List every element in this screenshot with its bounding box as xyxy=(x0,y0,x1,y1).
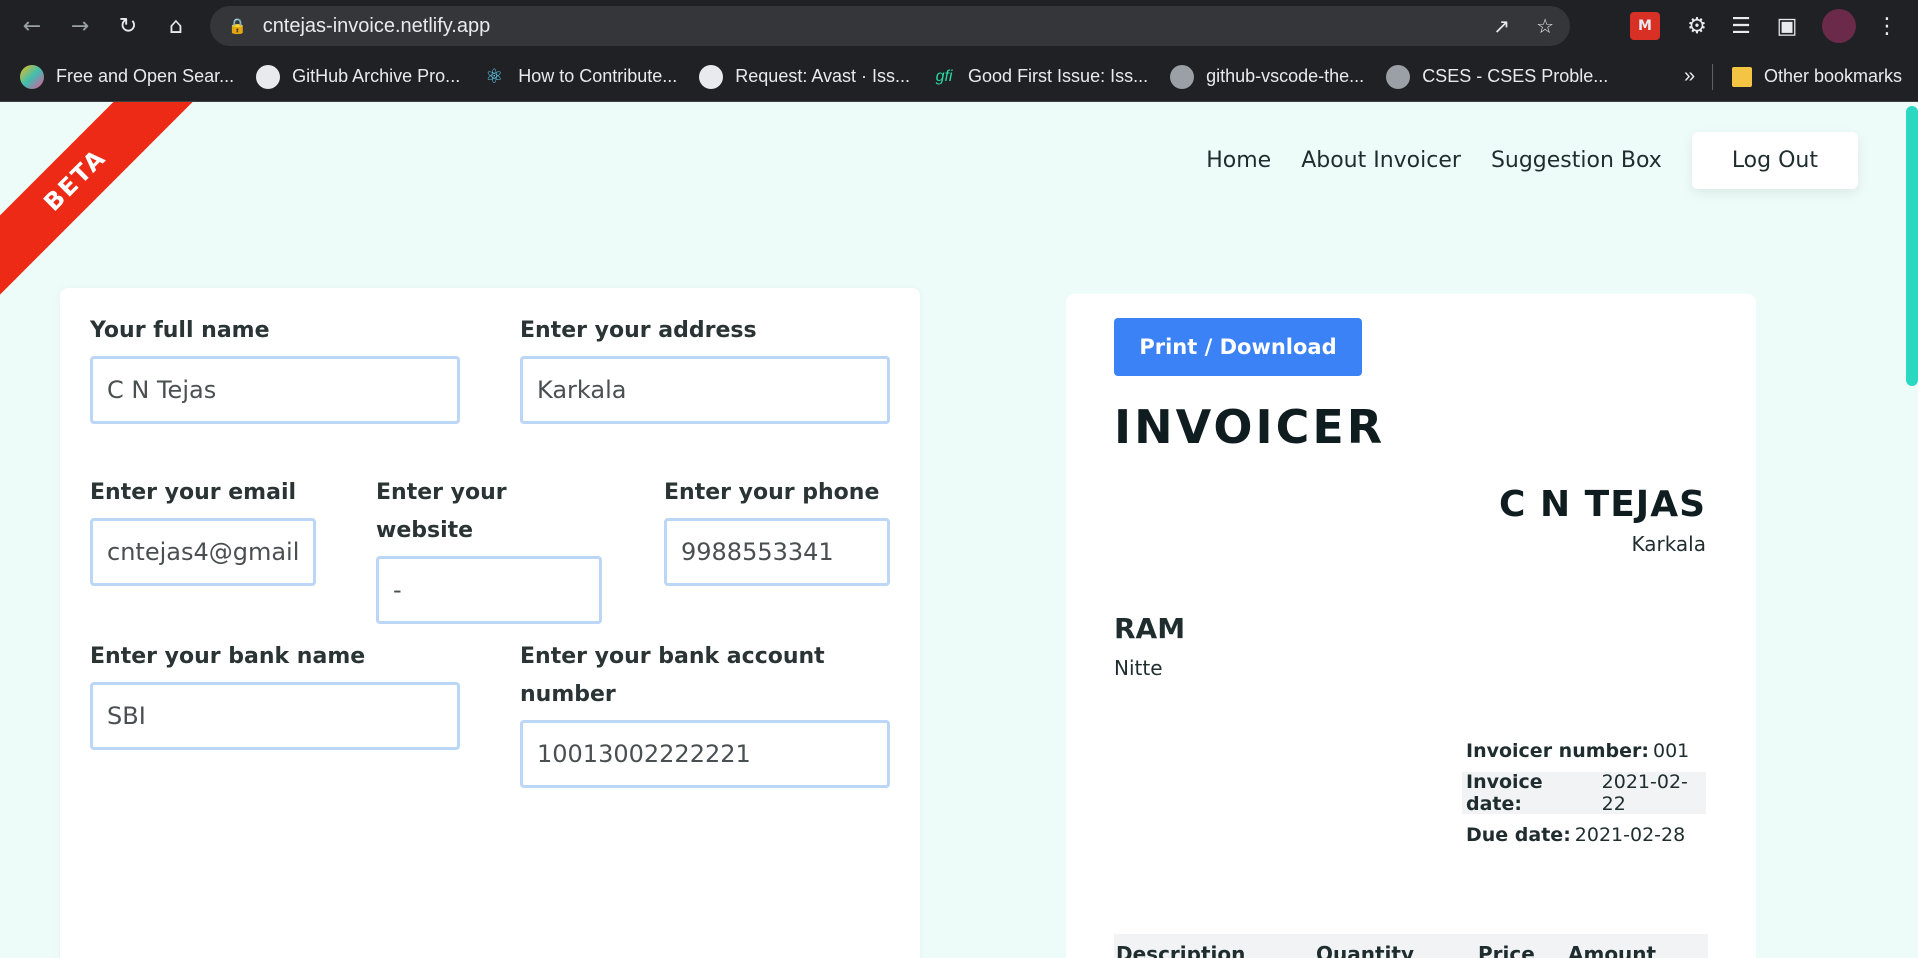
bank-name-label: Enter your bank name xyxy=(90,644,366,669)
phone-input[interactable]: 9988553341 xyxy=(664,518,890,586)
invoice-date-row: Invoice date: 2021-02-22 xyxy=(1462,771,1706,815)
col-price: Price xyxy=(1478,942,1535,958)
other-bookmarks[interactable]: Other bookmarks xyxy=(1732,66,1902,87)
forward-icon[interactable]: → xyxy=(60,6,100,46)
menu-icon[interactable]: ⋮ xyxy=(1872,8,1902,44)
details-form: Your full name C N Tejas Enter your addr… xyxy=(60,288,920,958)
bank-name-group: Enter your bank name SBI xyxy=(90,638,460,750)
bookmarks-bar: Free and Open Sear... GitHub Archive Pro… xyxy=(0,52,1918,102)
bookmark-item[interactable]: GitHub Archive Pro... xyxy=(256,64,460,89)
home-icon[interactable]: ⌂ xyxy=(156,6,196,46)
address-label: Enter your address xyxy=(520,318,757,343)
email-input[interactable]: cntejas4@gmail xyxy=(90,518,316,586)
star-icon[interactable]: ☆ xyxy=(1536,14,1554,38)
page-scrollbar[interactable] xyxy=(1904,102,1918,958)
bookmarks-divider xyxy=(1712,64,1713,90)
back-icon[interactable]: ← xyxy=(12,6,52,46)
page-content: BETA Home About Invoicer Suggestion Box … xyxy=(0,102,1918,958)
side-panel-icon[interactable]: ▣ xyxy=(1772,8,1802,44)
bank-account-input[interactable]: 10013002222221 xyxy=(520,720,890,788)
email-label: Enter your email xyxy=(90,480,297,505)
bank-account-label: Enter your bank account number xyxy=(520,644,825,707)
extension-icon[interactable]: M xyxy=(1630,12,1660,40)
items-table-header: Description Quantity Price Amount xyxy=(1114,934,1708,958)
share-icon[interactable]: ↗ xyxy=(1493,14,1510,38)
logout-button[interactable]: Log Out xyxy=(1691,132,1858,189)
seller-address: Karkala xyxy=(1631,532,1706,556)
email-group: Enter your email cntejas4@gmail xyxy=(90,474,316,586)
bookmark-item[interactable]: Free and Open Sear... xyxy=(20,64,234,89)
address-group: Enter your address Karkala xyxy=(520,312,890,424)
due-date-row: Due date: 2021-02-28 xyxy=(1466,824,1686,846)
invoice-meta: Invoicer number: 001 Invoice date: 2021-… xyxy=(1462,730,1706,856)
col-description: Description xyxy=(1116,942,1246,958)
reload-icon[interactable]: ↻ xyxy=(108,6,148,46)
nav-home[interactable]: Home xyxy=(1206,148,1271,173)
beta-banner: BETA xyxy=(0,102,201,306)
bookmarks-overflow[interactable]: » xyxy=(1684,65,1695,88)
react-icon: ⚛ xyxy=(485,66,504,88)
github-icon xyxy=(699,64,724,89)
website-group: Enter your website - xyxy=(376,474,602,624)
col-quantity: Quantity xyxy=(1316,942,1414,958)
invoice-number-row: Invoicer number: 001 xyxy=(1466,740,1690,762)
client-address: Nitte xyxy=(1114,656,1163,680)
nav-suggestion[interactable]: Suggestion Box xyxy=(1491,148,1662,173)
bank-account-group: Enter your bank account number 100130022… xyxy=(520,638,890,788)
name-input[interactable]: C N Tejas xyxy=(90,356,460,424)
folder-icon xyxy=(1732,66,1752,87)
phone-label: Enter your phone xyxy=(664,480,880,505)
invoice-title: INVOICER xyxy=(1114,400,1386,454)
name-label: Your full name xyxy=(90,318,270,343)
scrollbar-thumb[interactable] xyxy=(1906,106,1918,386)
bookmark-item[interactable]: Request: Avast · Iss... xyxy=(699,64,910,89)
name-group: Your full name C N Tejas xyxy=(90,312,460,424)
bookmark-item[interactable]: gfi Good First Issue: Iss... xyxy=(932,65,1149,89)
browser-toolbar: ← → ↻ ⌂ 🔒 cntejas-invoice.netlify.app ↗ … xyxy=(0,0,1918,52)
print-download-button[interactable]: Print / Download xyxy=(1114,318,1362,376)
invoice-preview: Print / Download INVOICER C N TEJAS Kark… xyxy=(1066,294,1756,958)
bookmark-item[interactable]: github-vscode-the... xyxy=(1170,64,1364,89)
globe-icon xyxy=(1386,64,1411,89)
github-icon xyxy=(256,64,281,89)
avatar[interactable] xyxy=(1822,9,1856,43)
globe-icon xyxy=(1170,64,1195,89)
phone-group: Enter your phone 9988553341 xyxy=(664,474,890,586)
top-nav: Home About Invoicer Suggestion Box Log O… xyxy=(1206,132,1858,189)
lock-icon: 🔒 xyxy=(228,17,247,35)
col-amount: Amount xyxy=(1568,942,1657,958)
bookmark-item[interactable]: CSES - CSES Proble... xyxy=(1386,64,1608,89)
client-name: RAM xyxy=(1114,612,1186,645)
website-label: Enter your website xyxy=(376,480,507,543)
url-text[interactable]: cntejas-invoice.netlify.app xyxy=(263,15,491,38)
address-input[interactable]: Karkala xyxy=(520,356,890,424)
address-bar[interactable]: 🔒 cntejas-invoice.netlify.app ↗ ☆ xyxy=(210,6,1570,46)
seller-name: C N TEJAS xyxy=(1499,484,1706,525)
puzzle-icon[interactable]: ⚙ xyxy=(1682,8,1712,44)
media-icon[interactable]: ☰ xyxy=(1726,8,1756,44)
bank-name-input[interactable]: SBI xyxy=(90,682,460,750)
nav-about[interactable]: About Invoicer xyxy=(1301,148,1461,173)
elastic-icon xyxy=(20,64,44,89)
gfi-icon: gfi xyxy=(935,67,953,85)
bookmark-item[interactable]: ⚛ How to Contribute... xyxy=(482,65,677,89)
website-input[interactable]: - xyxy=(376,556,602,624)
